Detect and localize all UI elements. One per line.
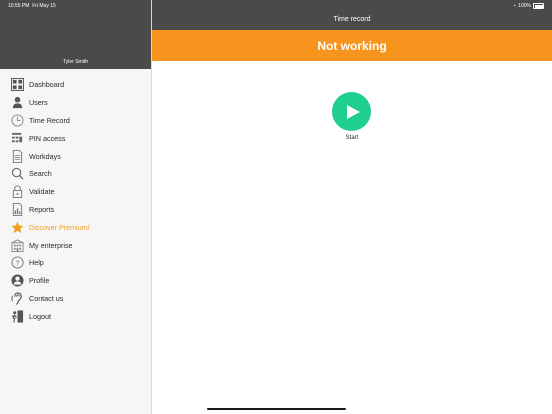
profile-icon	[10, 274, 24, 288]
sidebar-item-dashboard[interactable]: Dashboard	[0, 76, 151, 94]
start-label: Start	[345, 135, 359, 141]
sidebar-item-help[interactable]: ? Help	[0, 254, 151, 272]
work-status-text: Not working	[317, 38, 387, 53]
question-icon: ?	[10, 256, 24, 270]
play-icon	[346, 104, 360, 119]
user-name: Tyler Smith	[62, 59, 88, 65]
sidebar-item-label: Validate	[29, 187, 55, 197]
sidebar: Tyler Smith Dashboard Users Time Record	[0, 0, 152, 414]
svg-text:?: ?	[15, 259, 19, 268]
sidebar-item-contact-us[interactable]: Contact us	[0, 290, 151, 308]
sidebar-item-profile[interactable]: Profile	[0, 272, 151, 290]
logout-icon	[10, 309, 24, 323]
sidebar-item-search[interactable]: Search	[0, 165, 151, 183]
sidebar-item-label: Logout	[29, 311, 51, 321]
document-icon	[10, 149, 24, 163]
sidebar-item-time-record[interactable]: Time Record	[0, 112, 151, 130]
battery-percent: 100%	[518, 3, 531, 9]
battery-icon	[533, 3, 544, 9]
sidebar-item-label: Contact us	[29, 293, 64, 303]
sidebar-menu: Dashboard Users Time Record PIN access W	[0, 76, 151, 325]
sidebar-item-label: Dashboard	[29, 80, 65, 90]
page-title: Time record	[333, 16, 371, 23]
sidebar-item-pin-access[interactable]: PIN access	[0, 129, 151, 147]
user-icon	[10, 96, 24, 110]
sidebar-item-reports[interactable]: Reports	[0, 201, 151, 219]
report-icon	[10, 202, 24, 216]
wifi-icon: ⋆	[513, 3, 517, 9]
sidebar-item-label: Users	[29, 98, 48, 108]
status-bar: 10:55 PM Fri May 15 ⋆ 100%	[0, 0, 552, 11]
sidebar-item-label: Reports	[29, 204, 55, 214]
search-icon	[10, 167, 24, 181]
sidebar-item-validate[interactable]: Validate	[0, 183, 151, 201]
ear-icon	[10, 291, 24, 305]
sidebar-item-label: Discover Premium!	[29, 222, 90, 232]
lock-icon	[10, 185, 24, 199]
sidebar-item-label: Workdays	[29, 151, 61, 161]
sidebar-item-discover-premium[interactable]: Discover Premium!	[0, 218, 151, 236]
main-content: Time record Not working Start	[152, 0, 552, 414]
sidebar-item-workdays[interactable]: Workdays	[0, 147, 151, 165]
sidebar-item-label: PIN access	[29, 133, 66, 143]
start-button[interactable]	[332, 92, 371, 131]
sidebar-item-label: Search	[29, 169, 52, 179]
clock-icon	[10, 113, 24, 127]
dashboard-icon	[10, 78, 24, 92]
status-time: 10:55 PM Fri May 15	[8, 3, 56, 9]
sidebar-item-label: Help	[29, 258, 44, 268]
sidebar-item-my-enterprise[interactable]: My enterprise	[0, 236, 151, 254]
status-banner: Not working	[152, 30, 552, 61]
sidebar-item-label: Time Record	[29, 115, 70, 125]
sidebar-item-label: My enterprise	[29, 240, 73, 250]
sidebar-item-users[interactable]: Users	[0, 94, 151, 112]
star-icon	[10, 220, 24, 234]
sidebar-item-logout[interactable]: Logout	[0, 307, 151, 325]
home-indicator[interactable]	[207, 408, 346, 410]
keypad-icon	[10, 131, 24, 145]
sidebar-item-label: Profile	[29, 276, 50, 286]
status-indicators: ⋆ 100%	[513, 3, 544, 9]
building-icon	[10, 238, 24, 252]
